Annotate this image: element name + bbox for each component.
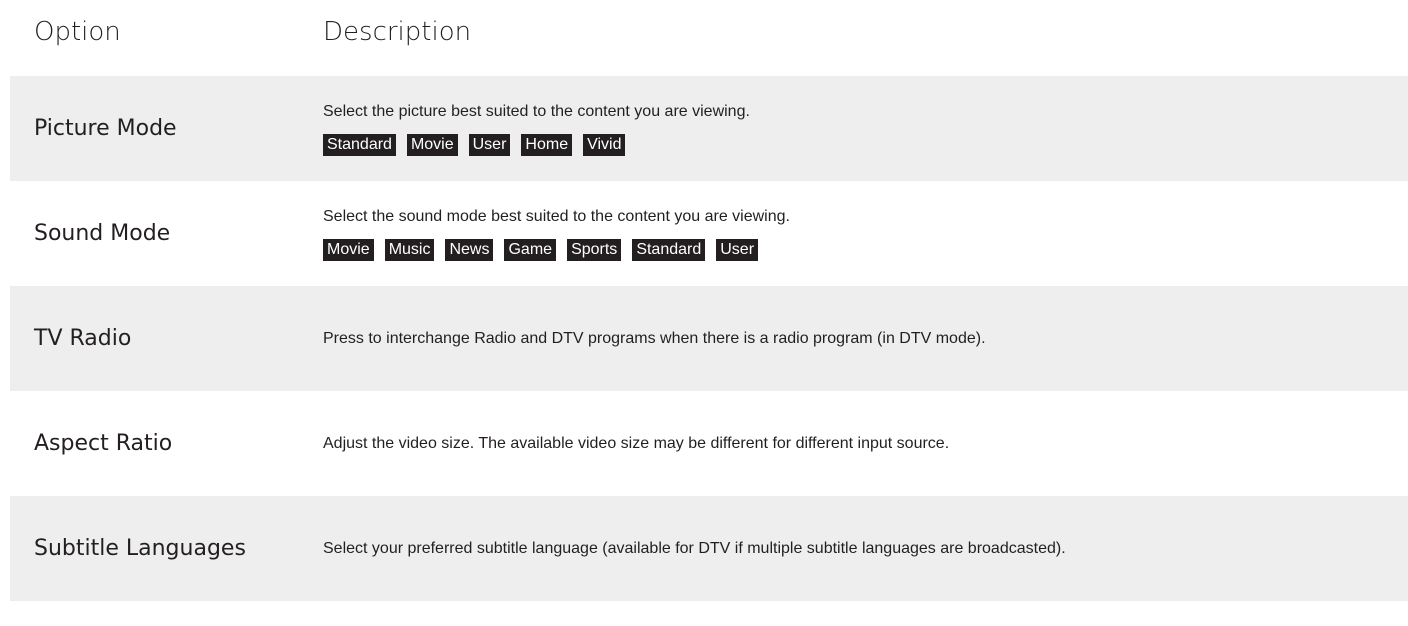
mode-tag: User [716,239,759,261]
description-text: Press to interchange Radio and DTV progr… [323,329,986,347]
mode-tags: Movie Music News Game Sports Standard Us… [323,239,1408,261]
header-option: Option [34,17,121,47]
mode-tag: Game [504,239,557,261]
table-row-sound-mode: Sound Mode Select the sound mode best su… [10,181,1408,286]
option-name: Sound Mode [34,221,171,246]
mode-tag: News [445,239,494,261]
option-description: Select the sound mode best suited to the… [323,206,1408,261]
mode-tag: Standard [323,134,396,156]
description-text: Select the sound mode best suited to the… [323,208,790,225]
mode-tag: Home [521,134,573,156]
option-description: Adjust the video size. The available vid… [323,433,1408,455]
description-text: Select the picture best suited to the co… [323,103,750,120]
table-row-subtitle-languages: Subtitle Languages Select your preferred… [10,496,1408,601]
option-description: Select your preferred subtitle language … [323,538,1408,560]
table-row-tv-radio: TV Radio Press to interchange Radio and … [10,286,1408,391]
mode-tag: User [468,134,511,156]
header-description: Description [323,17,472,47]
mode-tag: Sports [567,239,622,261]
mode-tag: Music [384,239,435,261]
option-name: Picture Mode [34,116,177,141]
table-row-aspect-ratio: Aspect Ratio Adjust the video size. The … [10,391,1408,496]
option-description: Press to interchange Radio and DTV progr… [323,328,1408,350]
description-text: Adjust the video size. The available vid… [323,434,950,452]
mode-tags: Standard Movie User Home Vivid [323,134,1408,156]
options-table: Option Description Picture Mode Select t… [10,0,1408,601]
mode-tag: Vivid [583,134,626,156]
mode-tag: Standard [632,239,706,261]
option-name: TV Radio [34,326,132,351]
mode-tag: Movie [406,134,458,156]
description-text: Select your preferred subtitle language … [323,539,1066,557]
mode-tag: Movie [323,239,374,261]
option-name: Aspect Ratio [34,431,173,456]
option-name: Subtitle Languages [34,536,246,561]
option-description: Select the picture best suited to the co… [323,101,1408,156]
table-row-picture-mode: Picture Mode Select the picture best sui… [10,76,1408,181]
table-header: Option Description [10,0,1408,64]
